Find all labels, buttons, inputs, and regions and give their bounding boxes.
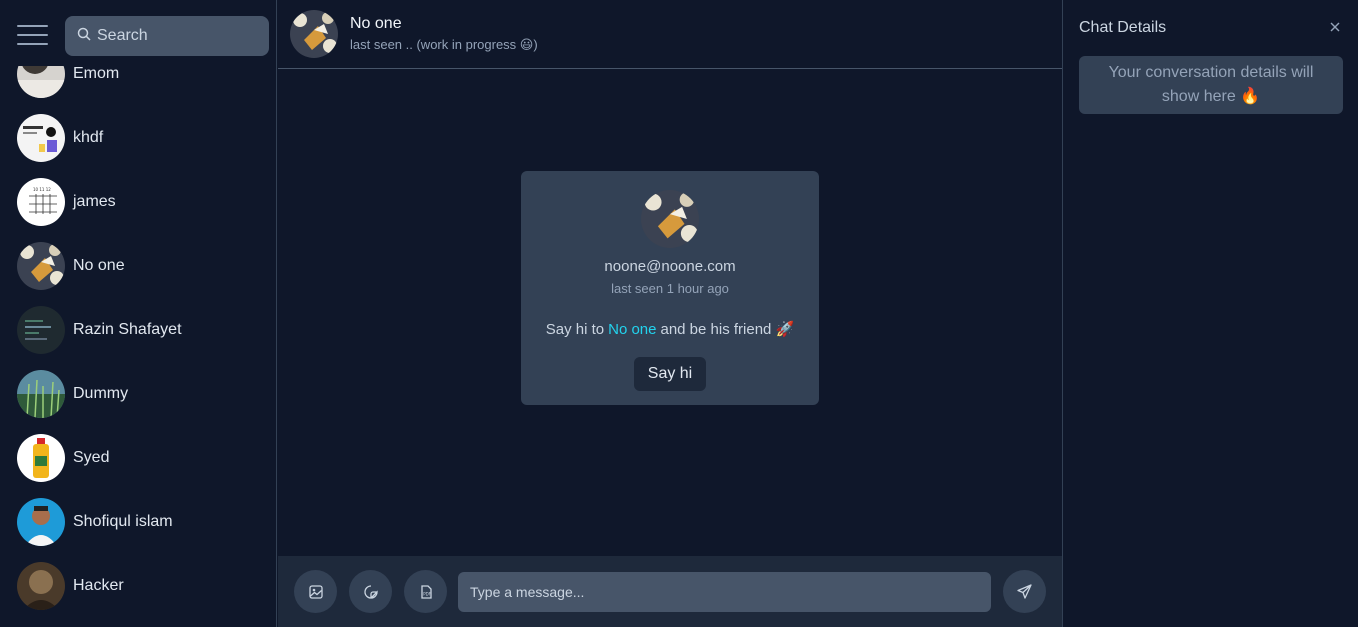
message-input[interactable] (458, 571, 991, 612)
avatar (17, 114, 65, 162)
contact-name: james (73, 193, 116, 210)
search-input[interactable] (97, 27, 257, 45)
say-prefix: Say hi to (545, 321, 605, 338)
contact-item-dummy[interactable]: Dummy (0, 362, 276, 426)
avatar (17, 242, 65, 290)
close-icon[interactable] (1328, 20, 1342, 34)
say-hi-button[interactable]: Say hi (633, 357, 707, 391)
contact-name-link[interactable]: No one (608, 321, 656, 338)
avatar (17, 434, 65, 482)
sidebar: Emom khdf 10 11 12 james No one Razin Sh… (0, 0, 277, 627)
contact-item-hacker[interactable]: Hacker (0, 554, 276, 618)
last-seen-text: last seen 1 hour ago (611, 281, 729, 296)
chat-details-panel: Chat Details Your conversation details w… (1062, 0, 1358, 627)
contact-name: Dummy (73, 385, 129, 402)
chat-status: last seen .. (work in progress 😃) (350, 37, 538, 52)
contact-name: Shofiqul islam (73, 513, 173, 530)
contact-item-james[interactable]: 10 11 12 james (0, 170, 276, 234)
contact-name: Hacker (73, 577, 124, 594)
message-composer: PDF (278, 556, 1062, 627)
chat-title: No one (350, 15, 402, 32)
details-placeholder: Your conversation details will show here… (1079, 56, 1343, 114)
contact-name: Emom (73, 65, 120, 82)
svg-text:10 11 12: 10 11 12 (33, 187, 51, 192)
avatar: 10 11 12 (17, 178, 65, 226)
sidebar-header (0, 0, 276, 66)
svg-text:PDF: PDF (423, 591, 431, 596)
welcome-card: noone@noone.com last seen 1 hour ago Say… (521, 171, 819, 405)
contact-name: Syed (73, 449, 110, 466)
say-suffix: and be his friend 🚀 (660, 321, 795, 338)
contact-name: No one (73, 257, 125, 274)
file-button[interactable]: PDF (404, 570, 447, 613)
send-icon (1017, 584, 1032, 599)
contact-item-razin-shafayet[interactable]: Razin Shafayet (0, 298, 276, 362)
image-button[interactable] (294, 570, 337, 613)
avatar (17, 306, 65, 354)
avatar (17, 370, 65, 418)
contact-name: Razin Shafayet (73, 321, 182, 338)
menu-icon[interactable] (17, 25, 48, 45)
image-icon (308, 584, 323, 599)
avatar (17, 562, 65, 610)
sticker-button[interactable] (349, 570, 392, 613)
chat-panel: No one last seen .. (work in progress 😃)… (278, 0, 1062, 627)
details-title: Chat Details (1079, 19, 1167, 36)
avatar (17, 498, 65, 546)
contact-item-syed[interactable]: Syed (0, 426, 276, 490)
avatar (641, 190, 699, 248)
contact-item-khdf[interactable]: khdf (0, 106, 276, 170)
contact-item-no-one[interactable]: No one (0, 234, 276, 298)
chat-header: No one last seen .. (work in progress 😃) (278, 0, 1062, 69)
file-icon: PDF (420, 584, 431, 599)
search-box[interactable] (65, 16, 269, 56)
contact-name: khdf (73, 129, 104, 146)
search-icon (77, 27, 91, 46)
contact-item-shofiqul-islam[interactable]: Shofiqul islam (0, 490, 276, 554)
contact-list[interactable]: Emom khdf 10 11 12 james No one Razin Sh… (0, 42, 276, 618)
avatar[interactable] (290, 10, 338, 58)
sticker-icon (363, 584, 378, 599)
send-button[interactable] (1003, 570, 1046, 613)
say-hi-prompt: Say hi to No one and be his friend 🚀 (521, 320, 819, 338)
contact-email: noone@noone.com (604, 258, 736, 275)
